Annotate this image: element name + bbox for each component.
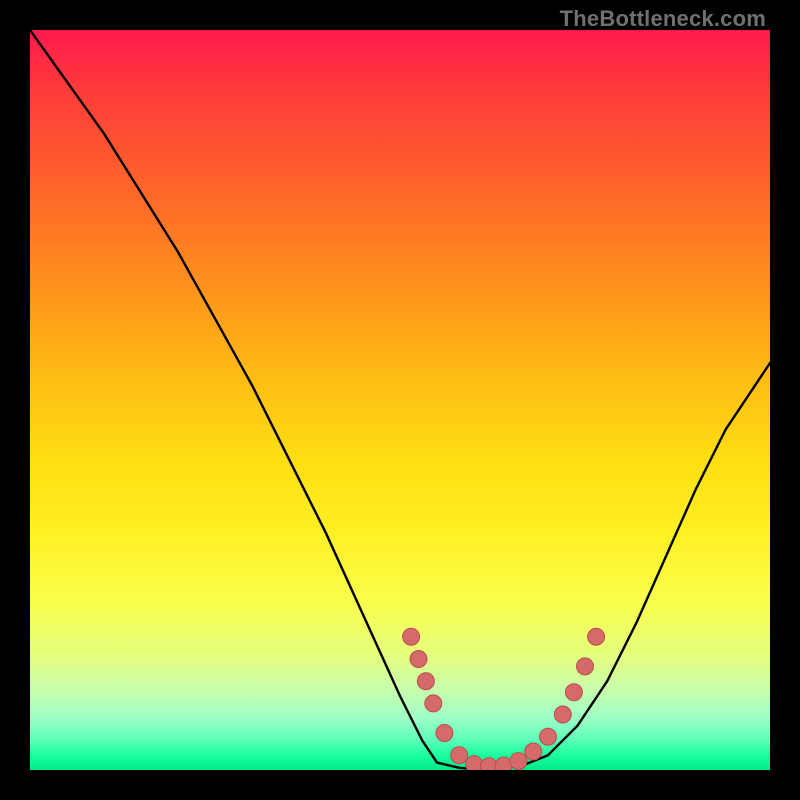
data-marker: [554, 706, 571, 723]
data-marker: [540, 728, 557, 745]
data-marker: [410, 651, 427, 668]
data-marker: [417, 673, 434, 690]
watermark-text: TheBottleneck.com: [560, 6, 766, 32]
data-marker: [403, 628, 420, 645]
data-marker: [451, 747, 468, 764]
chart-svg: [30, 30, 770, 770]
data-marker: [525, 743, 542, 760]
marker-group: [403, 628, 605, 770]
data-marker: [480, 758, 497, 770]
data-marker: [588, 628, 605, 645]
data-marker: [577, 658, 594, 675]
data-marker: [495, 757, 512, 770]
data-marker: [565, 684, 582, 701]
curve-left: [30, 30, 437, 763]
data-marker: [510, 753, 527, 770]
data-marker: [436, 725, 453, 742]
chart-frame: [30, 30, 770, 770]
data-marker: [425, 695, 442, 712]
